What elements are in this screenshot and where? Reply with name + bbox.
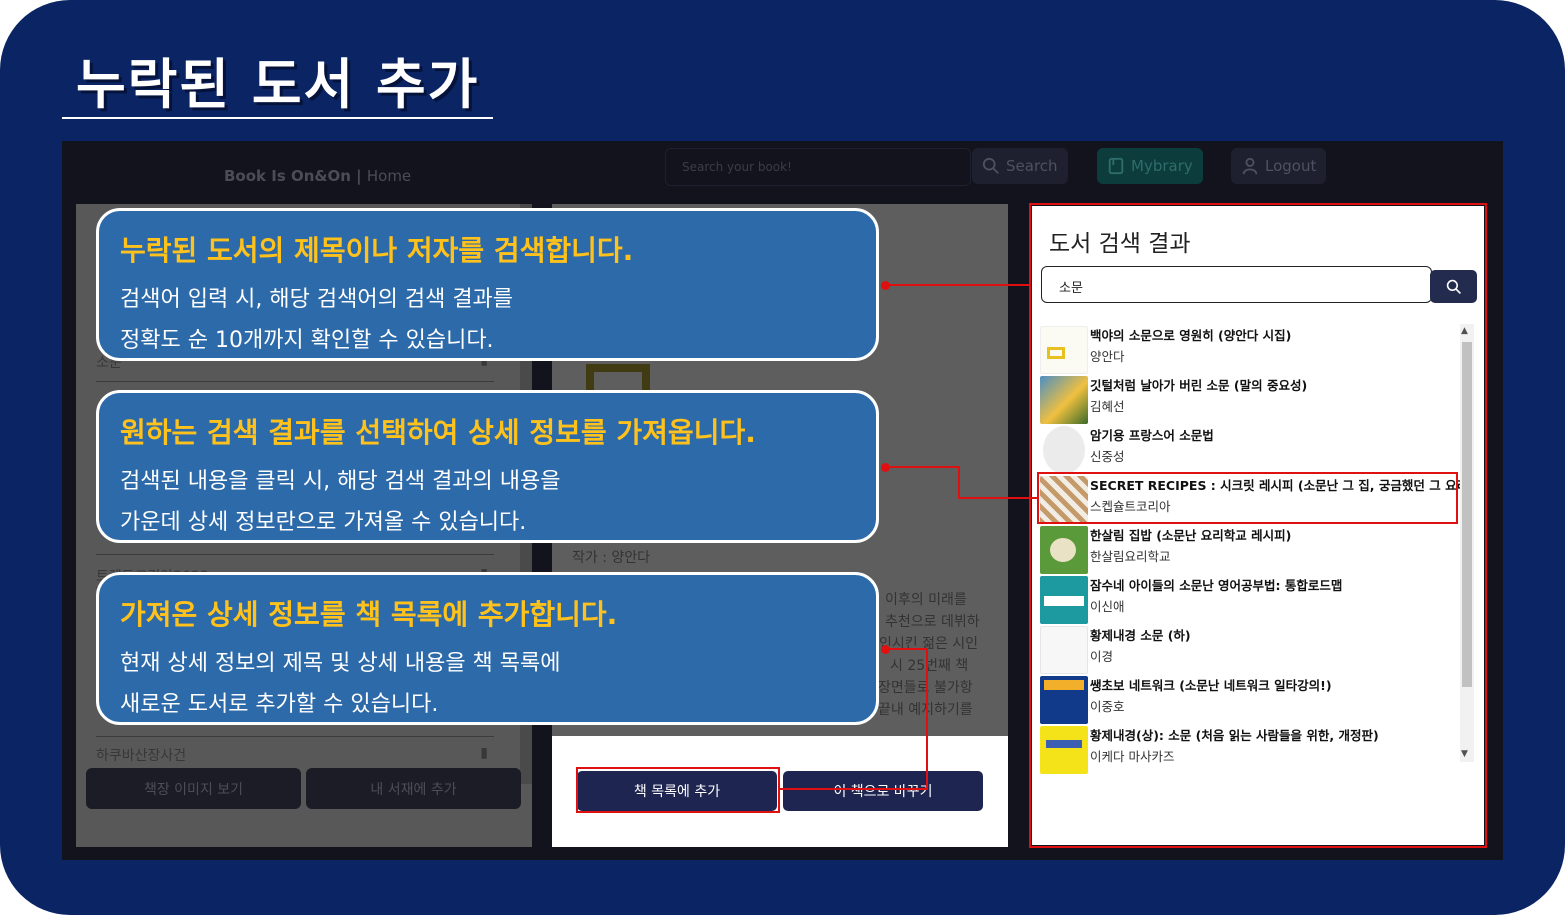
- user-icon: [1242, 157, 1258, 175]
- connector-line: [958, 466, 960, 499]
- callout-select: 원하는 검색 결과를 선택하여 상세 정보를 가져옵니다. 검색된 내용을 클릭…: [96, 390, 879, 543]
- connector-line: [958, 497, 1038, 499]
- trash-icon[interactable]: ▮: [480, 745, 488, 761]
- replace-book-button[interactable]: 이 책으로 바꾸기: [783, 771, 983, 811]
- connector-dot: [881, 645, 890, 654]
- detail-desc: 인시킨 젊은 시인: [879, 636, 979, 652]
- list-divider: [96, 554, 494, 555]
- mybrary-button[interactable]: Mybrary: [1097, 148, 1203, 184]
- nav-search-button[interactable]: Search: [972, 148, 1068, 184]
- highlight-selected-result: [1037, 472, 1458, 524]
- brand[interactable]: Book Is On&On | Home: [224, 167, 411, 185]
- add-to-shelf-button[interactable]: 내 서재에 추가: [306, 768, 521, 809]
- callout-search: 누락된 도서의 제목이나 저자를 검색합니다. 검색어 입력 시, 해당 검색어…: [96, 208, 879, 361]
- view-shelf-image-button[interactable]: 책장 이미지 보기: [86, 768, 301, 809]
- connector-line: [780, 788, 928, 790]
- brand-name: Book Is On&On: [224, 167, 351, 185]
- connector-line: [887, 648, 928, 650]
- highlight-add-button: [576, 767, 780, 813]
- logout-button[interactable]: Logout: [1231, 148, 1327, 184]
- detail-author: 작가 : 양안다: [572, 550, 651, 566]
- book-icon: [1108, 157, 1124, 175]
- connector-dot: [881, 463, 890, 472]
- search-icon: [982, 157, 999, 174]
- home-link[interactable]: Home: [367, 167, 411, 185]
- highlight-results-panel: [1029, 203, 1487, 848]
- detail-desc: 추천으로 데뷔하: [885, 614, 980, 630]
- nav-search-input[interactable]: Search your book!: [665, 148, 971, 186]
- detail-desc: 이후의 미래를: [885, 592, 967, 608]
- connector-dot: [881, 281, 890, 290]
- slide-title: 누락된 도서 추가: [76, 53, 480, 116]
- book-list-item[interactable]: 하쿠바산장사건 ▮: [96, 736, 494, 766]
- title-underline: [62, 117, 493, 119]
- connector-line: [926, 648, 928, 790]
- connector-line: [887, 284, 1031, 286]
- callout-add: 가져온 상세 정보를 책 목록에 추가합니다. 현재 상세 정보의 제목 및 상…: [96, 572, 879, 725]
- detail-desc: 시 25번째 책: [890, 658, 969, 674]
- connector-line: [887, 466, 959, 468]
